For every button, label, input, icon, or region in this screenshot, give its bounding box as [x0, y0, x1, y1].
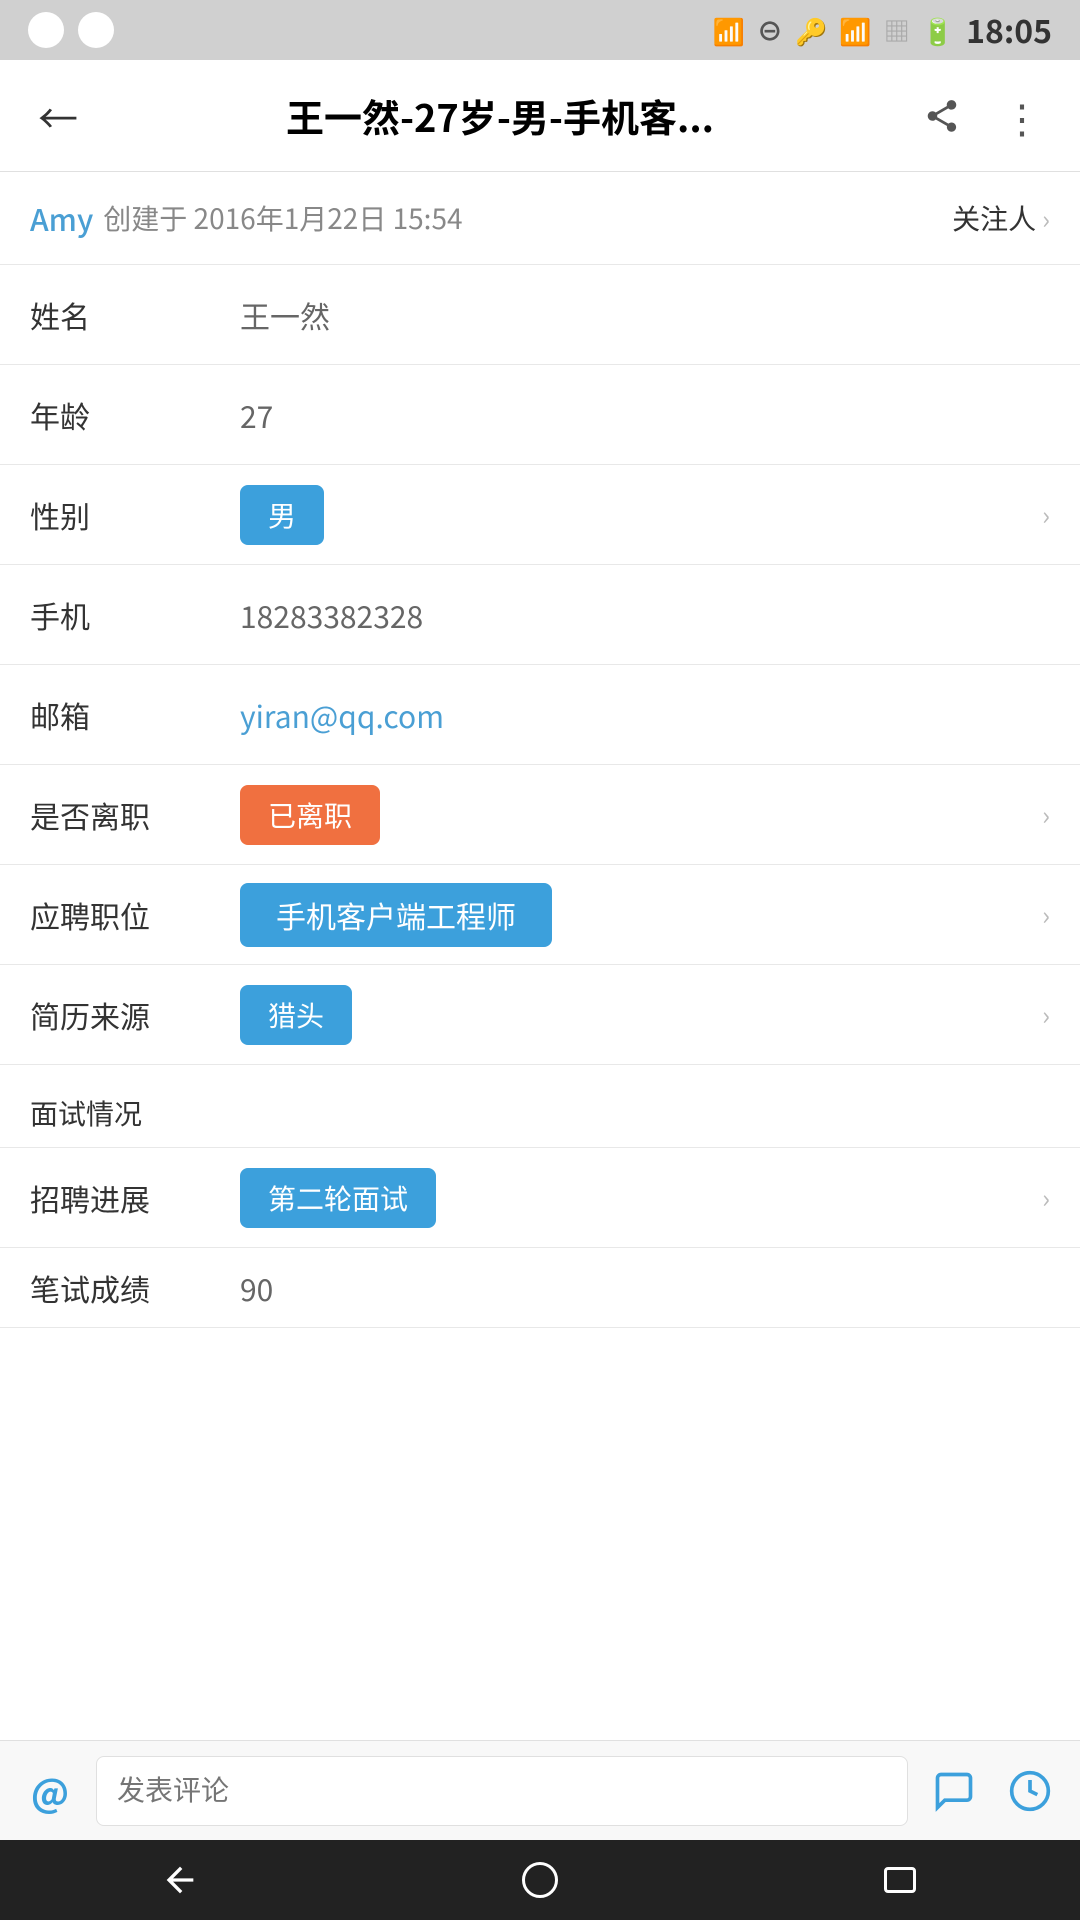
- gender-badge[interactable]: 男: [240, 485, 324, 545]
- field-row-recruit[interactable]: 招聘进展 第二轮面试 ›: [0, 1148, 1080, 1248]
- follow-button[interactable]: 关注人 ›: [952, 198, 1050, 238]
- field-label-position: 应聘职位: [30, 893, 240, 937]
- nav-recent-icon: [884, 1867, 916, 1893]
- nav-bar: [0, 1840, 1080, 1920]
- meta-row: Amy 创建于 2016年1月22日 15:54 关注人 ›: [0, 172, 1080, 265]
- history-icon: [1008, 1769, 1052, 1813]
- position-badge[interactable]: 手机客户端工程师: [240, 883, 552, 947]
- field-label-score: 笔试成绩: [30, 1266, 240, 1310]
- status-bar: 📶 ⊖ 🔑 📶 ▦ 🔋 18:05: [0, 0, 1080, 60]
- field-label-source: 简历来源: [30, 993, 240, 1037]
- page-title: 王一然-27岁-男-手机客...: [88, 88, 912, 143]
- meta-left: Amy 创建于 2016年1月22日 15:54: [30, 196, 463, 240]
- at-button[interactable]: @: [20, 1761, 80, 1821]
- back-arrow-icon: ←: [38, 87, 78, 145]
- recruit-chevron-icon: ›: [1042, 1179, 1050, 1216]
- signal-bars-icon: 📶: [839, 12, 871, 49]
- nav-back-button[interactable]: [120, 1840, 240, 1920]
- field-row-source[interactable]: 简历来源 猎头 ›: [0, 965, 1080, 1065]
- history-button[interactable]: [1000, 1761, 1060, 1821]
- field-label-phone: 手机: [30, 593, 240, 637]
- app-bar: ← 王一然-27岁-男-手机客... ⋮: [0, 60, 1080, 172]
- chat-button[interactable]: [924, 1761, 984, 1821]
- follow-chevron-icon: ›: [1042, 200, 1050, 237]
- chat-icon: [932, 1769, 976, 1813]
- more-button[interactable]: ⋮: [992, 86, 1052, 146]
- status-icons-left: [28, 12, 114, 48]
- signal-icon: [78, 12, 114, 48]
- field-row-resigned[interactable]: 是否离职 已离职 ›: [0, 765, 1080, 865]
- nav-back-icon: [160, 1860, 200, 1900]
- field-value-age: 27: [240, 393, 1050, 437]
- field-label-gender: 性别: [30, 493, 240, 537]
- no-sim-icon: ▦: [884, 12, 910, 49]
- at-icon: @: [31, 1763, 69, 1818]
- field-row-email: 邮箱 yiran@qq.com: [0, 665, 1080, 765]
- nav-home-button[interactable]: [480, 1840, 600, 1920]
- gender-chevron-icon: ›: [1042, 496, 1050, 533]
- field-value-email[interactable]: yiran@qq.com: [240, 693, 1050, 737]
- field-label-age: 年龄: [30, 393, 240, 437]
- field-row-age: 年龄 27: [0, 365, 1080, 465]
- battery-icon: 🔋: [922, 12, 954, 49]
- email-link[interactable]: yiran@qq.com: [240, 693, 444, 737]
- bluetooth-icon: 📶: [713, 12, 745, 49]
- minus-icon: ⊖: [757, 12, 783, 49]
- author-name[interactable]: Amy: [30, 196, 93, 240]
- share-button[interactable]: [912, 86, 972, 146]
- field-row-position[interactable]: 应聘职位 手机客户端工程师 ›: [0, 865, 1080, 965]
- field-value-source: 猎头: [240, 985, 1042, 1045]
- wifi-icon: [28, 12, 64, 48]
- field-label-resigned: 是否离职: [30, 793, 240, 837]
- source-badge[interactable]: 猎头: [240, 985, 352, 1045]
- position-chevron-icon: ›: [1042, 896, 1050, 933]
- app-bar-actions: ⋮: [912, 86, 1052, 146]
- section-header-interview: 面试情况: [0, 1065, 1080, 1148]
- status-time: 18:05: [966, 7, 1052, 53]
- field-value-resigned: 已离职: [240, 785, 1042, 845]
- field-value-score: 90: [240, 1266, 1050, 1310]
- resigned-chevron-icon: ›: [1042, 796, 1050, 833]
- field-value-phone: 18283382328: [240, 593, 1050, 637]
- field-value-position: 手机客户端工程师: [240, 883, 1042, 947]
- field-value-name: 王一然: [240, 293, 1050, 337]
- field-value-gender: 男: [240, 485, 1042, 545]
- created-text: 创建于 2016年1月22日 15:54: [103, 198, 462, 238]
- comment-input[interactable]: [96, 1756, 908, 1826]
- nav-home-icon: [522, 1862, 558, 1898]
- status-icons-right: 📶 ⊖ 🔑 📶 ▦ 🔋 18:05: [713, 7, 1052, 53]
- field-label-recruit: 招聘进展: [30, 1176, 240, 1220]
- nav-recent-button[interactable]: [840, 1840, 960, 1920]
- source-chevron-icon: ›: [1042, 996, 1050, 1033]
- resigned-badge[interactable]: 已离职: [240, 785, 380, 845]
- field-label-email: 邮箱: [30, 693, 240, 737]
- recruit-badge[interactable]: 第二轮面试: [240, 1168, 436, 1228]
- field-label-name: 姓名: [30, 293, 240, 337]
- field-row-score: 笔试成绩 90: [0, 1248, 1080, 1328]
- section-header-label: 面试情况: [30, 1093, 142, 1133]
- back-button[interactable]: ←: [28, 86, 88, 146]
- follow-label: 关注人: [952, 198, 1036, 238]
- field-row-gender[interactable]: 性别 男 ›: [0, 465, 1080, 565]
- comment-bar: @: [0, 1740, 1080, 1840]
- field-row-phone: 手机 18283382328: [0, 565, 1080, 665]
- field-row-name: 姓名 王一然: [0, 265, 1080, 365]
- field-value-recruit: 第二轮面试: [240, 1168, 1042, 1228]
- key-icon: 🔑: [795, 12, 827, 49]
